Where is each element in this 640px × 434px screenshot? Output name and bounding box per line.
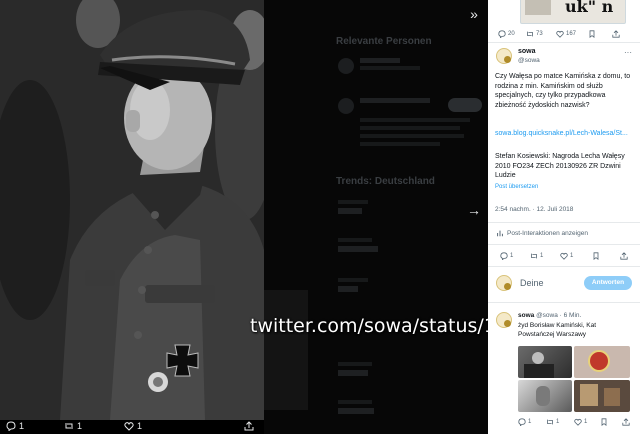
reply-retweet-stat[interactable]: 1 [546, 418, 559, 426]
analytics-icon [497, 230, 503, 237]
retweet-count: 1 [77, 421, 83, 431]
reply-icon [500, 252, 508, 260]
photo-viewer: Relevante Personen Trends: Deutschland »… [0, 0, 488, 434]
reply-image-4[interactable] [574, 380, 630, 412]
reply-icon [518, 418, 526, 426]
bookmark-icon[interactable] [588, 30, 596, 38]
like-count: 1 [570, 253, 574, 259]
retweet-action[interactable]: 1 [64, 421, 82, 431]
top-retweet-stat[interactable]: 73 [526, 30, 543, 38]
retweet-count: 1 [540, 253, 544, 259]
person-avatar [338, 58, 354, 74]
tweet-text: Czy Wałęsa po matce Kamińska z domu, to … [495, 73, 631, 109]
top-retweet-count: 73 [536, 31, 543, 37]
reply-image-3[interactable] [518, 380, 572, 412]
more-options-icon[interactable]: ··· [624, 48, 632, 57]
reply-retweet-count: 1 [556, 419, 560, 425]
reply-stat[interactable]: 1 [500, 252, 513, 260]
heart-icon [574, 418, 582, 426]
like-stat[interactable]: 1 [560, 252, 573, 260]
reply-action[interactable]: 1 [6, 421, 24, 431]
quoted-image[interactable]: uk" n [520, 0, 626, 24]
share-icon[interactable] [622, 418, 630, 426]
top-like-stat[interactable]: 167 [556, 30, 576, 38]
reply-reply-stat[interactable]: 1 [518, 418, 531, 426]
translate-post-link[interactable]: Post übersetzen [495, 184, 538, 190]
officer-portrait [0, 0, 264, 420]
relevant-persons-heading: Relevante Personen [336, 36, 432, 47]
next-photo-button[interactable]: → [464, 200, 484, 220]
reply-meta: @sowa · 6 Min. [536, 312, 582, 319]
like-action[interactable]: 1 [124, 421, 142, 431]
tweet-extra-text: Stefan Kosiewski: Nagroda Lecha Wałęsy 2… [495, 153, 625, 180]
retweet-icon [527, 31, 533, 37]
reply-count: 1 [19, 421, 25, 431]
reply-reply-count: 1 [528, 419, 532, 425]
top-like-count: 167 [566, 31, 577, 37]
reply-icon [498, 30, 506, 38]
reply-author-line[interactable]: sowa @sowa · 6 Min. [518, 312, 581, 319]
heart-icon [556, 30, 564, 38]
like-count: 1 [137, 421, 143, 431]
bookmark-icon[interactable] [600, 418, 608, 426]
author-avatar[interactable] [496, 48, 512, 64]
reply-count: 1 [510, 253, 514, 259]
photo-action-bar: 1 1 1 [0, 420, 488, 434]
collapse-panel-button[interactable]: » [464, 6, 484, 22]
reply-like-count: 1 [584, 419, 588, 425]
retweet-stat[interactable]: 1 [530, 252, 543, 260]
page-backdrop: Relevante Personen Trends: Deutschland [264, 0, 488, 434]
top-reply-count: 20 [508, 31, 515, 37]
person-avatar [338, 98, 354, 114]
reply-author-avatar[interactable] [496, 312, 512, 328]
reply-image-2[interactable] [574, 346, 630, 378]
tweet-side-panel: uk" n 20 73 167 sowa @sowa ··· Czy Wałęs… [488, 0, 640, 434]
tweet-photo [0, 0, 264, 420]
heart-icon [124, 422, 134, 431]
reply-text: żyd Borisław Kamiński, Kat Powstańczej W… [518, 322, 597, 338]
reply-image-1[interactable] [518, 346, 572, 378]
tweet-link[interactable]: sowa.blog.quicksnake.pl/Lech-Walesa/St..… [495, 129, 637, 139]
share-icon [244, 421, 254, 431]
reply-input[interactable]: Deine [520, 278, 544, 288]
retweet-icon [531, 253, 537, 259]
reply-icon [6, 421, 16, 431]
author-handle[interactable]: @sowa [518, 57, 540, 64]
trends-heading: Trends: Deutschland [336, 176, 435, 187]
share-icon[interactable] [620, 252, 628, 260]
reply-like-stat[interactable]: 1 [574, 418, 587, 426]
top-reply-stat[interactable]: 20 [498, 30, 515, 38]
author-name[interactable]: sowa [518, 48, 536, 55]
post-interactions-label: Post-Interaktionen anzeigen [507, 229, 588, 237]
retweet-icon [65, 423, 73, 429]
share-action[interactable] [244, 421, 254, 431]
status-url-overlay: twitter.com/sowa/status/1017391841132589… [250, 315, 488, 337]
heart-icon [560, 252, 568, 260]
share-icon[interactable] [612, 30, 620, 38]
bookmark-icon[interactable] [592, 252, 600, 260]
retweet-icon [547, 419, 553, 425]
my-avatar [496, 275, 512, 291]
reply-submit-button[interactable]: Antworten [584, 276, 632, 290]
follow-button[interactable] [448, 98, 482, 112]
tweet-timestamp[interactable]: 2:54 nachm. · 12. Juli 2018 [495, 206, 573, 213]
reply-author-name: sowa [518, 312, 535, 319]
post-interactions-link[interactable]: Post-Interaktionen anzeigen [496, 229, 588, 237]
